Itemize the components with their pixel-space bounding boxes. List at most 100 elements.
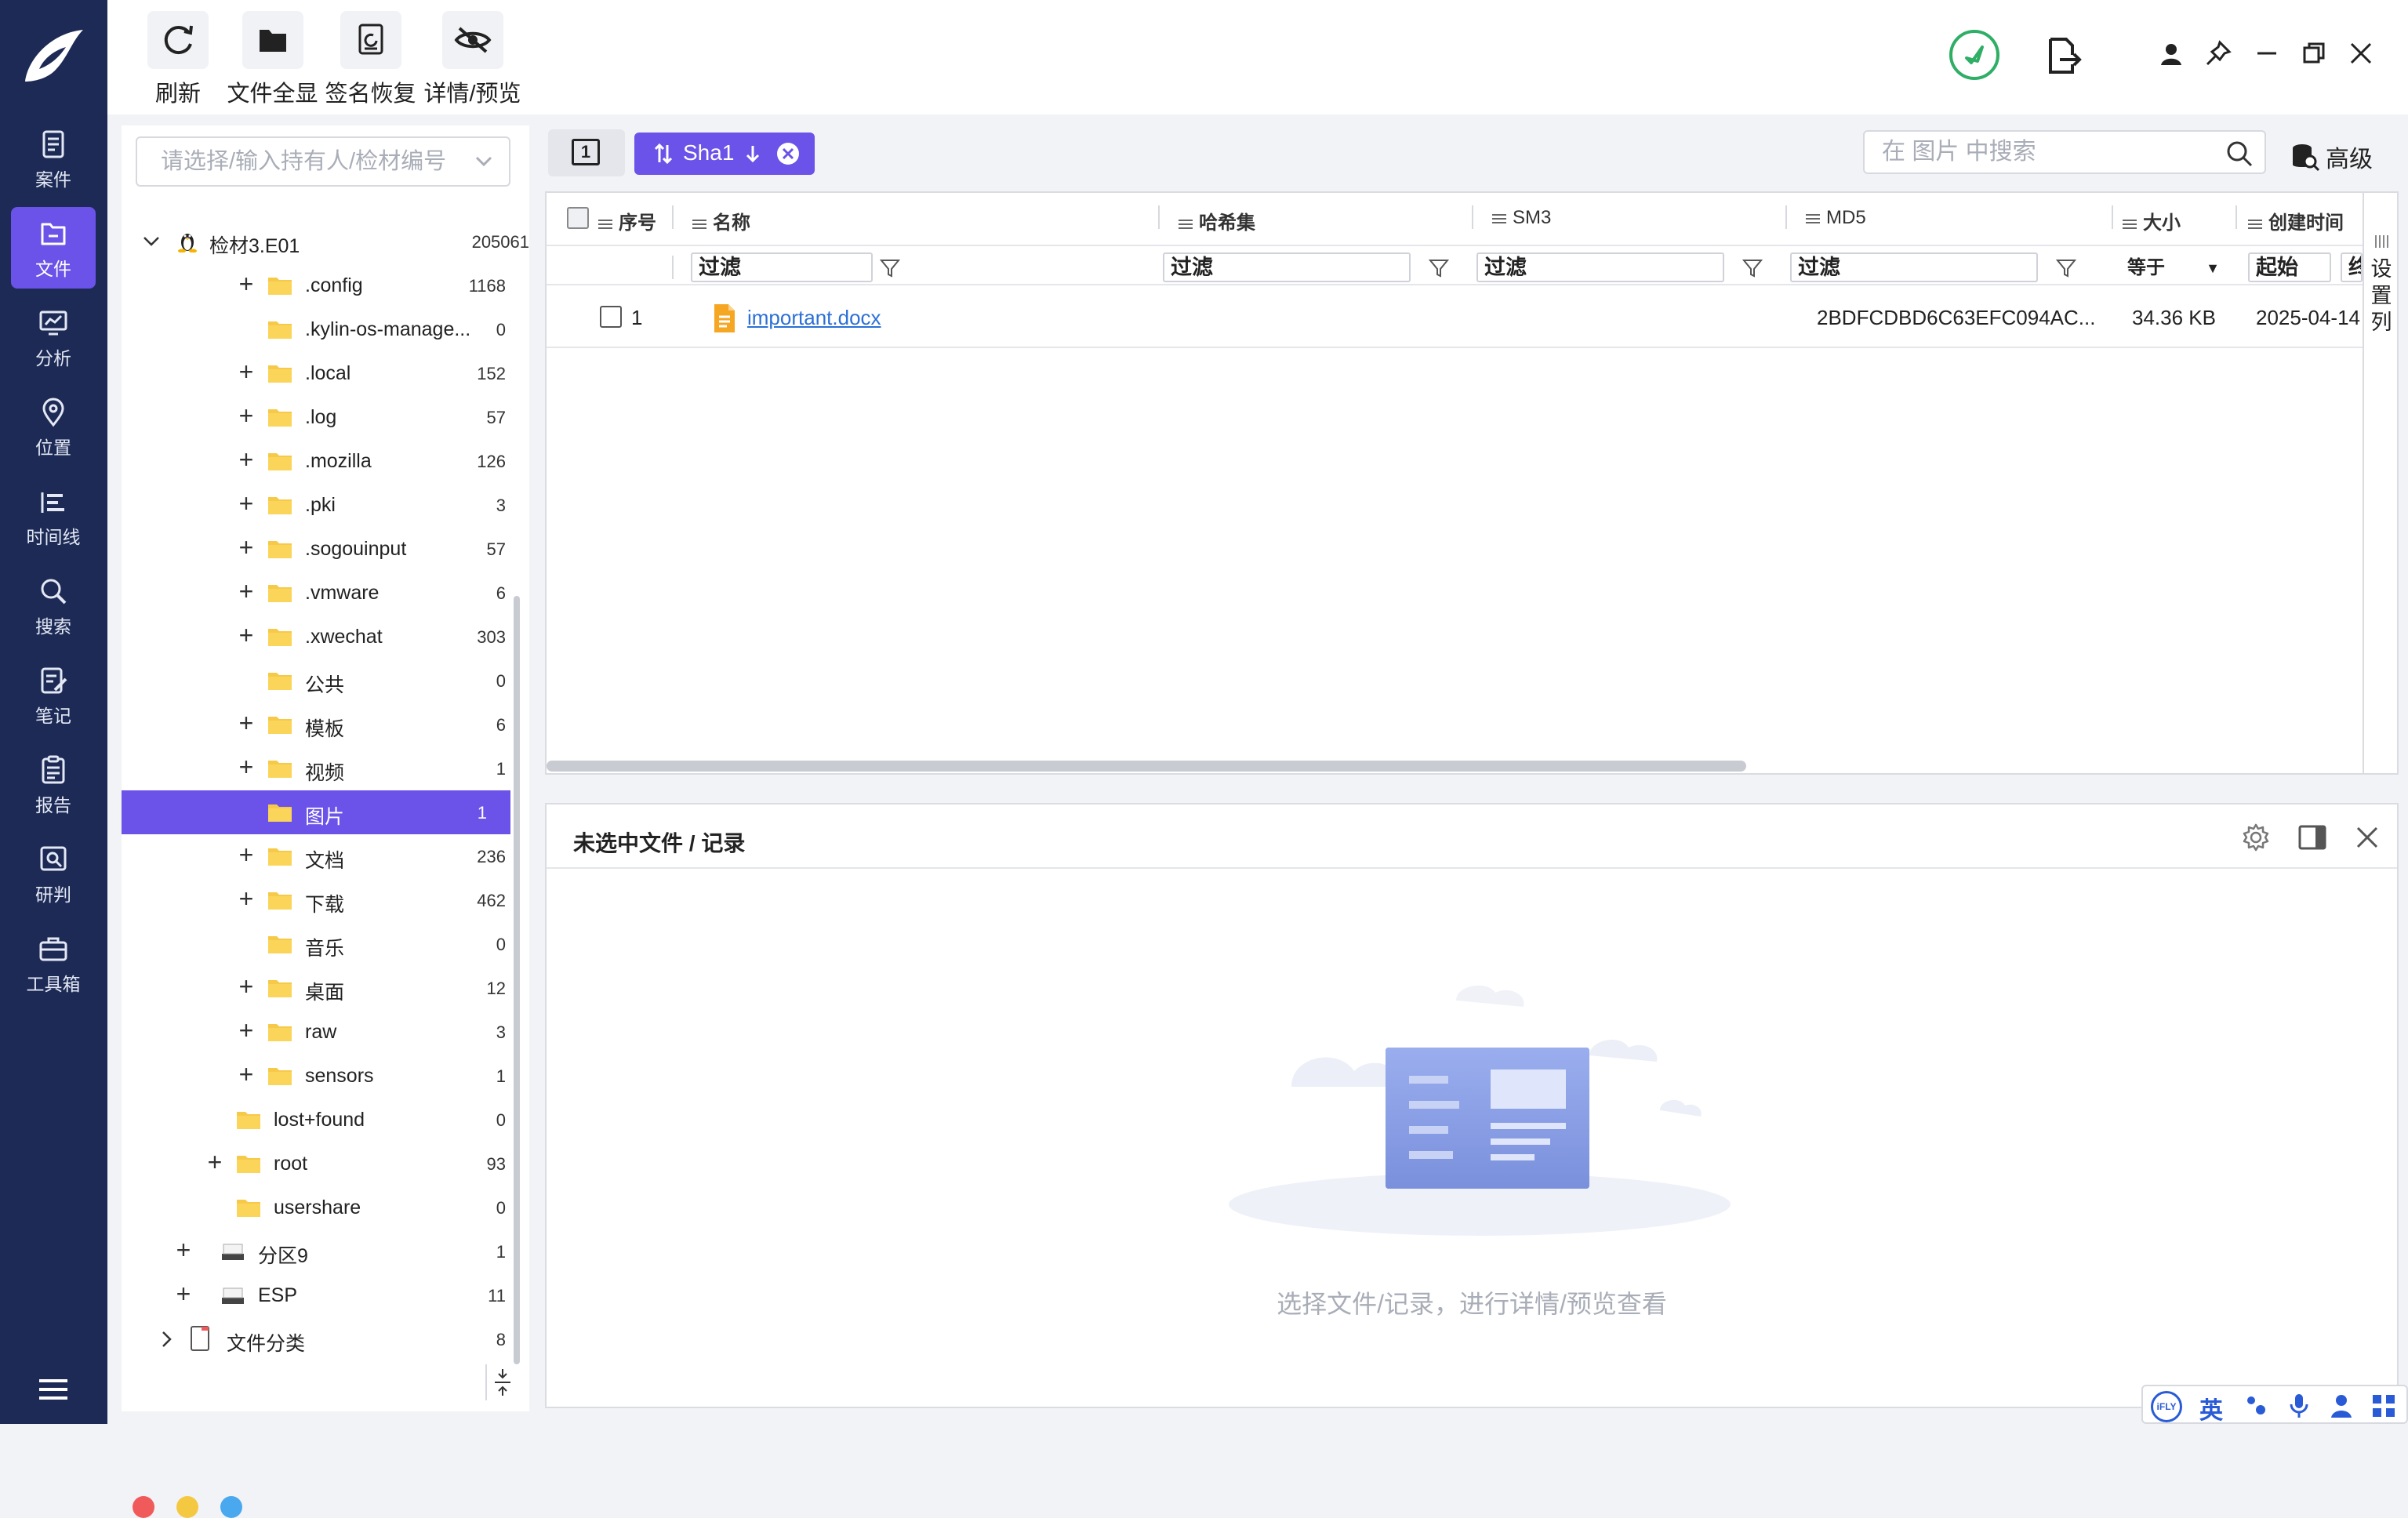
tree-scrollbar[interactable]	[514, 596, 520, 1364]
gear-icon[interactable]	[2240, 822, 2272, 853]
tree-item[interactable]: + 桌面 12	[122, 966, 529, 1010]
column-settings-button[interactable]: 设置列	[2363, 193, 2397, 773]
expand-icon[interactable]: +	[234, 886, 258, 911]
expand-icon[interactable]: +	[234, 710, 258, 735]
expand-icon[interactable]: +	[172, 1237, 195, 1262]
column-header-hashset[interactable]: 哈希集	[1179, 207, 1255, 234]
tree-item[interactable]: 公共 0	[122, 659, 529, 703]
hashset-filter-input[interactable]: 过滤	[1163, 252, 1411, 282]
expand-icon[interactable]: +	[234, 1018, 258, 1043]
tree-item[interactable]: + 视频 1	[122, 746, 529, 790]
filter-icon[interactable]	[879, 257, 901, 279]
tree-item[interactable]: lost+found 0	[122, 1098, 529, 1142]
tree-item[interactable]: + root 93	[122, 1142, 529, 1186]
nav-item-report[interactable]: 报告	[11, 743, 96, 825]
nav-item-analysis[interactable]: 分析	[11, 296, 96, 378]
expand-icon[interactable]: +	[234, 754, 258, 779]
search-input[interactable]: 在 图片 中搜索	[1863, 130, 2266, 174]
nav-item-location[interactable]: 位置	[11, 386, 96, 467]
expand-icon[interactable]: +	[234, 359, 258, 384]
tree-item[interactable]: .kylin-os-manage... 0	[122, 307, 529, 351]
tree-item[interactable]: 音乐 0	[122, 922, 529, 966]
table-row[interactable]: 1 important.docx 2BDFCDBD6C63EFC094AC...…	[547, 287, 2366, 348]
tree-partition[interactable]: + ESP 11	[122, 1273, 529, 1317]
pin-icon[interactable]	[2203, 38, 2234, 69]
detail-preview-button[interactable]: 详情/预览	[419, 0, 525, 114]
expand-icon[interactable]: +	[234, 447, 258, 472]
sort-chip[interactable]: Sha1	[634, 133, 815, 175]
close-window-icon[interactable]	[2345, 38, 2377, 69]
filter-icon[interactable]	[1742, 257, 1763, 279]
column-separator[interactable]	[1158, 205, 1160, 229]
nav-item-timeline[interactable]: 时间线	[11, 475, 96, 557]
nav-item-case[interactable]: 案件	[11, 118, 96, 199]
signature-recovery-button[interactable]: 签名恢复	[321, 0, 419, 114]
minimize-icon[interactable]	[2251, 38, 2283, 69]
export-file-icon[interactable]	[2046, 36, 2083, 75]
column-header-created[interactable]: 创建时间	[2248, 207, 2344, 234]
user-icon[interactable]	[2156, 39, 2187, 71]
column-header-md5[interactable]: MD5	[1806, 207, 1866, 229]
column-header-seq[interactable]: 序号	[598, 207, 656, 234]
restore-window-icon[interactable]	[2298, 38, 2330, 69]
tree-item[interactable]: + .vmware 6	[122, 571, 529, 615]
tree-item[interactable]: + raw 3	[122, 1010, 529, 1054]
tree-item[interactable]: + .log 57	[122, 395, 529, 439]
row-checkbox[interactable]	[600, 306, 622, 328]
expand-icon[interactable]: +	[234, 842, 258, 867]
microphone-icon[interactable]	[2287, 1393, 2311, 1419]
expand-icon[interactable]: +	[234, 271, 258, 296]
column-separator[interactable]	[1472, 205, 1473, 229]
column-header-size[interactable]: 大小	[2123, 207, 2181, 234]
tree-item[interactable]: + sensors 1	[122, 1054, 529, 1098]
red-dot[interactable]	[133, 1496, 154, 1518]
created-start-input[interactable]: 起始	[2248, 252, 2331, 282]
tree-file-category[interactable]: 文件分类 8	[122, 1317, 529, 1361]
tree-item[interactable]: + .sogouinput 57	[122, 527, 529, 571]
nav-item-file[interactable]: 文件	[11, 207, 96, 289]
punctuation-icon[interactable]	[2245, 1394, 2268, 1418]
show-all-files-button[interactable]: 文件全显	[223, 0, 321, 114]
user-icon[interactable]	[2330, 1393, 2353, 1419]
status-ok-icon[interactable]	[1948, 28, 2001, 82]
expand-icon[interactable]: +	[234, 535, 258, 560]
advanced-search-button[interactable]: 高级	[2290, 132, 2399, 177]
input-method-bar[interactable]: iFLY 英	[2141, 1385, 2408, 1424]
nav-item-toolbox[interactable]: 工具箱	[11, 922, 96, 1004]
nav-item-search[interactable]: 搜索	[11, 565, 96, 646]
tree-partition[interactable]: + 分区9 1	[122, 1229, 529, 1273]
column-separator[interactable]	[2112, 205, 2113, 229]
tree-root-evidence[interactable]: 检材3.E01 205061	[122, 220, 529, 263]
menu-icon[interactable]	[36, 1376, 71, 1403]
yellow-dot[interactable]	[176, 1496, 198, 1518]
refresh-button[interactable]: 刷新	[135, 0, 221, 114]
tree-item[interactable]: 图片 1	[122, 790, 510, 834]
tree-item[interactable]: + 下载 462	[122, 878, 529, 922]
tree-item[interactable]: + .pki 3	[122, 483, 529, 527]
search-icon[interactable]	[2225, 140, 2254, 168]
column-separator[interactable]	[672, 205, 674, 229]
chevron-right-icon[interactable]	[159, 1330, 175, 1349]
expand-icon[interactable]: +	[172, 1281, 195, 1306]
tree-item[interactable]: usershare 0	[122, 1186, 529, 1229]
split-view-icon[interactable]	[2297, 822, 2328, 853]
chevron-down-icon[interactable]	[142, 234, 161, 249]
close-icon[interactable]	[2352, 822, 2383, 853]
grid-apps-icon[interactable]	[2370, 1393, 2397, 1419]
tree-item[interactable]: + .mozilla 126	[122, 439, 529, 483]
filter-icon[interactable]	[1428, 257, 1450, 279]
expand-icon[interactable]: +	[234, 491, 258, 516]
tree-item[interactable]: + 模板 6	[122, 703, 529, 746]
expand-icon[interactable]: +	[203, 1149, 227, 1175]
expand-icon[interactable]: +	[234, 623, 258, 648]
expand-icon[interactable]: +	[234, 974, 258, 999]
collapse-all-icon[interactable]	[485, 1364, 514, 1400]
size-operator-select[interactable]: 等于 ▼	[2123, 254, 2225, 282]
tab-count-button[interactable]: 1	[548, 129, 625, 176]
blue-dot[interactable]	[220, 1496, 242, 1518]
table-horizontal-scrollbar[interactable]	[547, 761, 1746, 772]
nav-item-judgement[interactable]: 研判	[11, 833, 96, 914]
created-end-input[interactable]: 终	[2341, 252, 2363, 282]
expand-icon[interactable]: +	[234, 579, 258, 604]
column-header-sm3[interactable]: SM3	[1492, 207, 1551, 229]
